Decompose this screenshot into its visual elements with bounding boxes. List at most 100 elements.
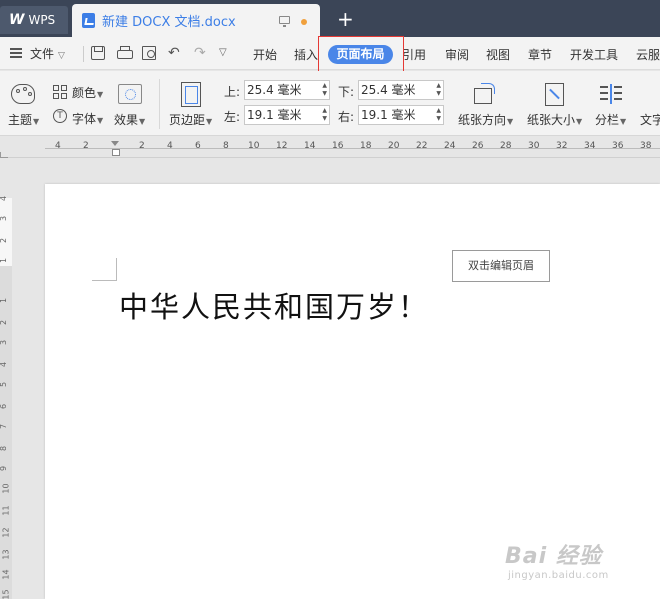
wps-tab-label: WPS bbox=[28, 13, 56, 27]
ruler-tick: 28 bbox=[500, 141, 512, 151]
ruler-tick: 15 bbox=[1, 589, 11, 599]
spinner-icon[interactable]: ▲ ▼ bbox=[322, 107, 327, 123]
ruler-tick: 8 bbox=[223, 141, 229, 151]
top-margin-input[interactable]: 25.4 毫米 ▲ ▼ bbox=[244, 80, 330, 100]
ruler-tick: 10 bbox=[1, 483, 11, 494]
horizontal-ruler[interactable]: 4 2 2 4 6 8 10 12 14 16 18 20 22 24 26 2… bbox=[0, 137, 660, 158]
color-grid-icon[interactable] bbox=[53, 85, 67, 99]
ruler-tick: 7 bbox=[0, 424, 8, 429]
effect-label: 效果 bbox=[114, 113, 139, 127]
tab-wps-home[interactable]: W WPS bbox=[0, 6, 68, 34]
ruler-tick: 3 bbox=[0, 216, 8, 221]
ruler-tick: 1 bbox=[0, 258, 8, 263]
font-icon[interactable]: T bbox=[53, 109, 67, 123]
ruler-margin-area bbox=[0, 198, 12, 266]
columns-button[interactable]: 分栏▼ bbox=[595, 111, 626, 128]
undo-icon[interactable]: ↶ bbox=[168, 46, 182, 60]
document-tab-title: 新建 DOCX 文档.docx bbox=[102, 15, 236, 30]
size-button[interactable]: 纸张大小▼ bbox=[527, 111, 582, 128]
save-icon[interactable] bbox=[91, 46, 105, 60]
left-margin-input[interactable]: 19.1 毫米 ▲ ▼ bbox=[244, 105, 330, 125]
color-label: 颜色 bbox=[72, 86, 97, 100]
right-margin-value: 19.1 毫米 bbox=[361, 108, 416, 122]
ribbon-divider bbox=[159, 79, 160, 129]
annotation-highlight-box bbox=[318, 36, 404, 73]
columns-icon[interactable] bbox=[600, 84, 622, 104]
watermark-main-text: Bai 经验 bbox=[505, 544, 602, 569]
spinner-icon[interactable]: ▲ ▼ bbox=[436, 82, 441, 98]
font-label: 字体 bbox=[72, 112, 97, 126]
indent-marker-icon[interactable] bbox=[111, 141, 120, 156]
ruler-tick: 26 bbox=[472, 141, 484, 151]
print-icon[interactable] bbox=[117, 46, 133, 60]
ruler-tick: 2 bbox=[0, 238, 8, 243]
ruler-tick: 2 bbox=[139, 141, 145, 151]
orientation-label: 纸张方向 bbox=[458, 113, 507, 127]
ruler-tick: 18 bbox=[360, 141, 372, 151]
edit-header-button[interactable]: 双击编辑页眉 bbox=[452, 250, 550, 282]
ruler-tick: 36 bbox=[612, 141, 624, 151]
tab-view[interactable]: 视图 bbox=[486, 46, 510, 63]
theme-button[interactable]: 主题▼ bbox=[8, 111, 39, 128]
font-button[interactable]: 字体▼ bbox=[72, 110, 103, 127]
bottom-margin-input[interactable]: 25.4 毫米 ▲ ▼ bbox=[358, 80, 444, 100]
ruler-tick: 5 bbox=[0, 382, 8, 387]
page-margin-icon[interactable] bbox=[181, 82, 201, 107]
ruler-tick: 14 bbox=[1, 569, 11, 580]
columns-label: 分栏 bbox=[595, 113, 620, 127]
new-tab-button[interactable]: + bbox=[337, 6, 354, 32]
file-menu-button[interactable]: 文件 ▽ bbox=[30, 45, 65, 62]
ruler-tick: 22 bbox=[416, 141, 428, 151]
chevron-down-icon: ▼ bbox=[576, 117, 583, 126]
orientation-button[interactable]: 纸张方向▼ bbox=[458, 111, 513, 128]
right-margin-input[interactable]: 19.1 毫米 ▲ ▼ bbox=[358, 105, 444, 125]
tab-review[interactable]: 审阅 bbox=[445, 46, 469, 63]
monitor-icon[interactable] bbox=[279, 16, 290, 27]
vertical-ruler[interactable]: 4 3 2 1 1 2 3 4 5 6 7 8 9 10 11 12 13 14… bbox=[0, 158, 12, 599]
document-page[interactable] bbox=[45, 184, 660, 599]
tab-developer[interactable]: 开发工具 bbox=[570, 46, 618, 63]
file-menu-label: 文件 bbox=[30, 47, 55, 61]
effect-icon[interactable] bbox=[118, 84, 142, 104]
ruler-tick: 32 bbox=[556, 141, 568, 151]
ruler-tick: 3 bbox=[0, 340, 8, 345]
tab-chapter[interactable]: 章节 bbox=[528, 46, 552, 63]
text-direction-button[interactable]: 文字 bbox=[640, 111, 660, 128]
tab-cloud-service[interactable]: 云服 bbox=[636, 46, 660, 63]
palette-icon[interactable] bbox=[11, 84, 35, 104]
color-button[interactable]: 颜色▼ bbox=[72, 84, 103, 101]
ruler-tick: 13 bbox=[1, 549, 11, 560]
effect-button[interactable]: 效果▼ bbox=[114, 111, 145, 128]
left-margin-label: 左: bbox=[224, 110, 241, 124]
ruler-tick: 34 bbox=[584, 141, 596, 151]
ruler-tick: 24 bbox=[444, 141, 456, 151]
tab-start[interactable]: 开始 bbox=[253, 46, 277, 63]
spinner-icon[interactable]: ▲ ▼ bbox=[436, 107, 441, 123]
page-size-icon[interactable] bbox=[545, 83, 564, 106]
baidu-jingyan-watermark: Bai 经验 jingyan.baidu.com bbox=[505, 538, 655, 588]
document-body-text[interactable]: 中华人民共和国万岁！ bbox=[119, 284, 429, 326]
page-orientation-icon[interactable] bbox=[474, 83, 496, 105]
ruler-tick: 9 bbox=[0, 466, 8, 471]
tab-insert[interactable]: 插入 bbox=[294, 46, 318, 63]
menu-divider bbox=[83, 46, 84, 62]
tab-references[interactable]: 引用 bbox=[402, 46, 426, 63]
print-preview-icon[interactable] bbox=[142, 46, 156, 60]
ruler-tick: 1 bbox=[0, 298, 8, 303]
chevron-down-icon: ▼ bbox=[33, 117, 40, 126]
margin-button[interactable]: 页边距▼ bbox=[169, 111, 212, 128]
writer-doc-icon bbox=[82, 13, 95, 28]
ruler-tick: 12 bbox=[276, 141, 288, 151]
margin-corner-mark bbox=[92, 258, 117, 281]
bottom-margin-value: 25.4 毫米 bbox=[361, 83, 416, 97]
ruler-tick: 38 bbox=[640, 141, 652, 151]
ruler-tick: 2 bbox=[83, 141, 89, 151]
redo-icon[interactable]: ↷ bbox=[194, 46, 208, 60]
ruler-tick: 30 bbox=[528, 141, 540, 151]
quick-access-more-icon[interactable]: ▽ bbox=[219, 46, 233, 60]
tab-document[interactable]: 新建 DOCX 文档.docx bbox=[72, 4, 320, 37]
hamburger-menu-icon[interactable] bbox=[10, 48, 22, 58]
ruler-tick: 4 bbox=[0, 362, 8, 367]
spinner-icon[interactable]: ▲ ▼ bbox=[322, 82, 327, 98]
chevron-down-icon: ▼ bbox=[507, 117, 514, 126]
